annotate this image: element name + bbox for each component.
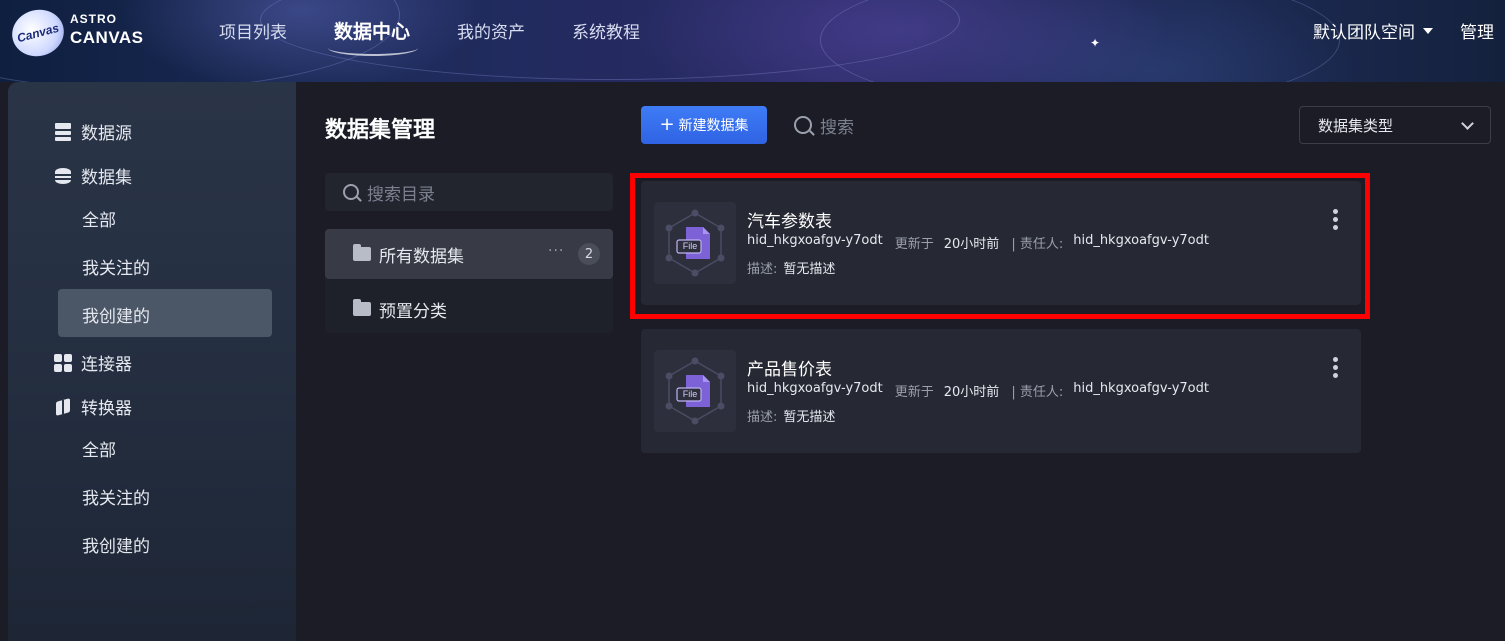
manage-link[interactable]: 管理	[1460, 18, 1494, 43]
grid-icon	[54, 353, 72, 372]
dataset-name: 产品售价表	[747, 360, 832, 380]
sidebar-item-transformer-created[interactable]: 我创建的	[82, 532, 150, 557]
responsible-label: | 责任人:	[1011, 385, 1064, 400]
sparkle-icon: ✦	[1090, 36, 1101, 50]
sidebar-item-label: 数据集	[81, 168, 132, 188]
count-badge: 2	[578, 243, 600, 265]
sidebar-item-connector[interactable]: 连接器	[54, 350, 132, 375]
sidebar-item-label: 连接器	[81, 355, 132, 375]
directory-search-placeholder: 搜索目录	[367, 184, 435, 205]
sidebar-item-transformer[interactable]: 转换器	[54, 394, 132, 419]
sidebar-item-datasource[interactable]: 数据源	[54, 119, 132, 144]
dataset-search-input[interactable]: 搜索	[781, 106, 1286, 144]
sidebar-item-dataset-all[interactable]: 全部	[82, 206, 116, 231]
responsible-person: hid_hkgxoafgv-y7odt	[1073, 233, 1209, 248]
responsible-person: hid_hkgxoafgv-y7odt	[1073, 381, 1209, 396]
dataset-search-placeholder: 搜索	[820, 117, 854, 138]
file-dataset-icon: File	[654, 350, 736, 432]
folder-icon	[353, 244, 371, 261]
sidebar-item-transformer-all[interactable]: 全部	[82, 436, 116, 461]
responsible-label: | 责任人:	[1011, 237, 1064, 252]
nav-active-indicator	[328, 40, 418, 56]
dataset-description: 描述: 暂无描述	[747, 406, 835, 425]
app-logo[interactable]: Canvas ASTRO CANVAS	[6, 4, 158, 66]
page-title: 数据集管理	[325, 118, 436, 143]
dataset-meta: hid_hkgxoafgv-y7odt 更新于 20小时前 | 责任人: hid…	[747, 233, 1221, 252]
sidebar-item-dataset-followed[interactable]: 我关注的	[82, 254, 150, 279]
more-horizontal-icon[interactable]: ···	[548, 243, 564, 259]
sidebar: 数据源 数据集 全部 我关注的 我创建的 连接器 转换器 全部 我关注的 我创建…	[8, 82, 296, 641]
updated-time: 20小时前	[943, 385, 1000, 400]
main-nav: 项目列表 数据中心 我的资产 系统教程	[219, 18, 687, 43]
logo-badge: Canvas	[6, 4, 70, 62]
dataset-description: 描述: 暂无描述	[747, 258, 835, 277]
description-label: 描述:	[747, 262, 778, 277]
sidebar-item-label: 数据源	[81, 124, 132, 144]
plus-icon: +	[659, 114, 675, 135]
server-icon	[54, 122, 72, 141]
sidebar-item-dataset-created[interactable]: 我创建的	[82, 302, 150, 327]
updated-label: 更新于	[894, 385, 934, 400]
dataset-meta: hid_hkgxoafgv-y7odt 更新于 20小时前 | 责任人: hid…	[747, 381, 1221, 400]
sidebar-item-dataset[interactable]: 数据集	[54, 163, 132, 188]
more-vertical-icon[interactable]	[1329, 209, 1341, 231]
dataset-type-label: 数据集类型	[1318, 116, 1394, 135]
team-label: 默认团队空间	[1313, 23, 1415, 43]
dataset-owner-id: hid_hkgxoafgv-y7odt	[747, 381, 883, 396]
nav-item-my-assets[interactable]: 我的资产	[457, 18, 525, 43]
caret-down-icon	[1423, 27, 1433, 34]
directory-item-label: 预置分类	[379, 301, 447, 322]
dataset-name: 汽车参数表	[747, 212, 832, 232]
team-switcher[interactable]: 默认团队空间	[1313, 18, 1433, 43]
dataset-card[interactable]: File 汽车参数表 hid_hkgxoafgv-y7odt 更新于 20小时前…	[641, 181, 1361, 305]
logo-astro-text: ASTRO	[70, 12, 117, 26]
updated-label: 更新于	[894, 237, 934, 252]
file-dataset-icon: File	[654, 202, 736, 284]
directory-item-all-datasets[interactable]: 所有数据集 ··· 2	[325, 229, 613, 279]
directory-search-input[interactable]: 搜索目录	[325, 173, 613, 211]
dataset-owner-id: hid_hkgxoafgv-y7odt	[747, 233, 883, 248]
description-value: 暂无描述	[783, 410, 836, 425]
dataset-type-select[interactable]: 数据集类型	[1299, 106, 1491, 144]
top-header: Canvas ASTRO CANVAS 项目列表 数据中心 我的资产 系统教程 …	[0, 0, 1505, 82]
new-dataset-label: 新建数据集	[678, 118, 749, 134]
nav-item-tutorials[interactable]: 系统教程	[572, 18, 640, 43]
updated-time: 20小时前	[943, 237, 1000, 252]
search-icon	[794, 116, 812, 134]
directory-item-label: 所有数据集	[379, 246, 464, 267]
file-icon-label: File	[682, 241, 698, 251]
description-value: 暂无描述	[783, 262, 836, 277]
file-icon-label: File	[682, 389, 698, 399]
database-icon	[54, 167, 72, 185]
sidebar-item-transformer-followed[interactable]: 我关注的	[82, 484, 150, 509]
chevron-down-icon	[1461, 117, 1474, 130]
description-label: 描述:	[747, 410, 778, 425]
decorative-arc	[820, 0, 1340, 82]
search-icon	[343, 184, 359, 200]
more-vertical-icon[interactable]	[1329, 357, 1341, 379]
cube-icon	[54, 398, 72, 416]
nav-item-projects[interactable]: 项目列表	[219, 18, 287, 43]
directory-item-preset-category[interactable]: 预置分类	[325, 284, 613, 334]
dataset-card[interactable]: File 产品售价表 hid_hkgxoafgv-y7odt 更新于 20小时前…	[641, 329, 1361, 453]
logo-canvas-text: CANVAS	[70, 28, 144, 47]
sidebar-item-label: 转换器	[81, 399, 132, 419]
new-dataset-button[interactable]: + 新建数据集	[641, 106, 767, 144]
folder-icon	[353, 299, 371, 316]
